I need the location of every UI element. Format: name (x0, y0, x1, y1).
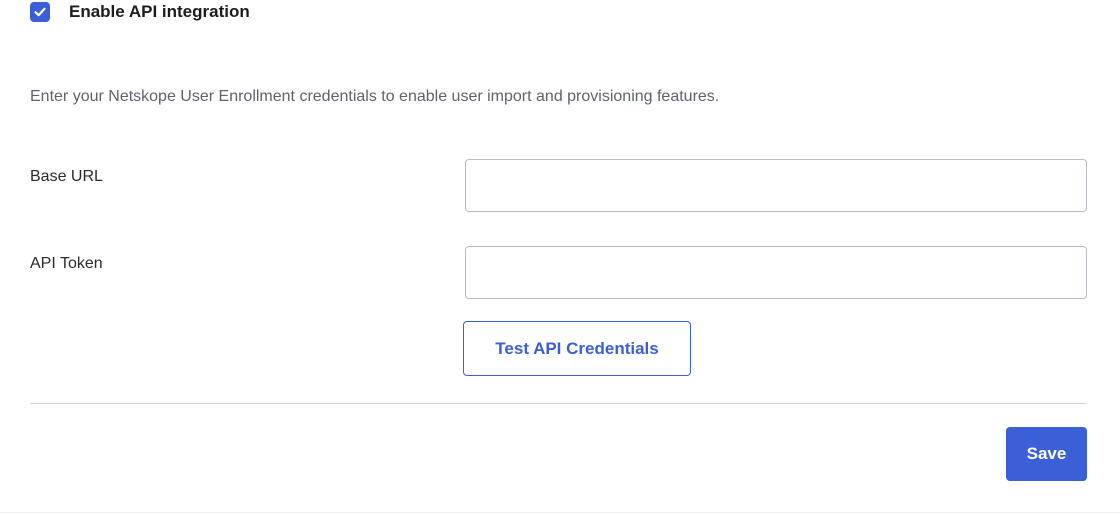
enable-api-row: Enable API integration (30, 1, 250, 23)
test-api-credentials-button[interactable]: Test API Credentials (463, 321, 691, 376)
bottom-border (0, 512, 1120, 513)
api-integration-settings: Enable API integration Enter your Netsko… (0, 0, 1120, 515)
credentials-description: Enter your Netskope User Enrollment cred… (30, 88, 720, 105)
section-divider (30, 403, 1087, 404)
enable-api-checkbox[interactable] (30, 2, 50, 22)
base-url-label: Base URL (30, 168, 103, 185)
base-url-input[interactable] (465, 159, 1087, 212)
enable-api-label[interactable]: Enable API integration (69, 2, 250, 22)
api-token-input[interactable] (465, 246, 1087, 299)
api-token-label: API Token (30, 255, 103, 272)
save-button[interactable]: Save (1006, 427, 1087, 481)
checkmark-icon (34, 7, 46, 17)
